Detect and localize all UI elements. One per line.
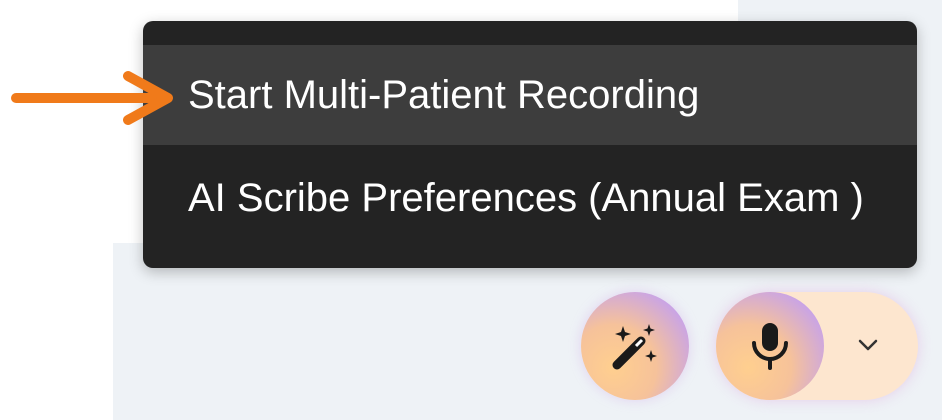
- chevron-down-icon: [858, 339, 878, 351]
- microphone-icon: [752, 323, 788, 370]
- ai-assist-button[interactable]: [581, 292, 689, 400]
- annotation-arrow-icon: [11, 71, 173, 125]
- start-recording-button[interactable]: [716, 292, 824, 400]
- recording-options-dropdown-button[interactable]: [846, 323, 890, 367]
- menu-item-label: Start Multi-Patient Recording: [188, 73, 700, 117]
- menu-item-label: AI Scribe Preferences (Annual Exam ): [188, 176, 864, 220]
- menu-item-ai-scribe-preferences[interactable]: AI Scribe Preferences (Annual Exam ): [143, 148, 917, 248]
- recording-options-menu: Start Multi-Patient Recording AI Scribe …: [143, 21, 917, 268]
- menu-item-start-multi-patient-recording[interactable]: Start Multi-Patient Recording: [143, 45, 917, 145]
- magic-wand-icon: [612, 324, 657, 370]
